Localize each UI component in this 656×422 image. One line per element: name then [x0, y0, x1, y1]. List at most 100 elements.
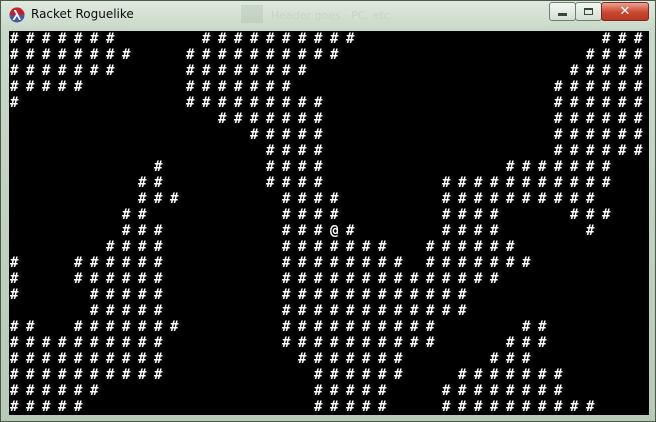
wall-tile: #	[346, 31, 355, 47]
wall-tile: #	[74, 319, 83, 335]
wall-tile: #	[138, 271, 147, 287]
wall-tile: #	[122, 287, 131, 303]
wall-tile: #	[218, 111, 227, 127]
wall-tile: #	[74, 47, 83, 63]
game-viewport[interactable]: # # # # # # # # # # # # # # # # # # # # # # # # # # # # # # # # # # # # # # # #…	[9, 31, 649, 415]
wall-tile: #	[138, 191, 147, 207]
wall-tile: #	[154, 191, 163, 207]
wall-tile: #	[314, 255, 323, 271]
wall-tile: #	[618, 63, 627, 79]
wall-tile: #	[586, 63, 595, 79]
wall-tile: #	[570, 95, 579, 111]
wall-tile: #	[90, 335, 99, 351]
wall-tile: #	[538, 191, 547, 207]
wall-tile: #	[426, 271, 435, 287]
wall-tile: #	[314, 191, 323, 207]
wall-tile: #	[282, 63, 291, 79]
wall-tile: #	[58, 383, 67, 399]
wall-tile: #	[314, 367, 323, 383]
wall-tile: #	[458, 367, 467, 383]
wall-tile: #	[490, 399, 499, 415]
wall-tile: #	[330, 383, 339, 399]
wall-tile: #	[58, 63, 67, 79]
wall-tile: #	[346, 319, 355, 335]
wall-tile: #	[362, 383, 371, 399]
wall-tile: #	[10, 319, 19, 335]
wall-tile: #	[10, 63, 19, 79]
wall-tile: #	[10, 47, 19, 63]
wall-tile: #	[538, 399, 547, 415]
wall-tile: #	[570, 143, 579, 159]
wall-tile: #	[154, 175, 163, 191]
wall-tile: #	[346, 367, 355, 383]
wall-tile: #	[330, 335, 339, 351]
wall-tile: #	[618, 31, 627, 47]
title-bar[interactable]: Racket Roguelike Header goes · PC, etc. …	[1, 1, 655, 29]
wall-tile: #	[90, 319, 99, 335]
wall-tile: #	[282, 271, 291, 287]
wall-tile: #	[570, 191, 579, 207]
wall-tile: #	[122, 47, 131, 63]
wall-tile: #	[394, 335, 403, 351]
wall-tile: #	[74, 79, 83, 95]
wall-tile: #	[266, 127, 275, 143]
wall-tile: #	[602, 159, 611, 175]
wall-tile: #	[490, 271, 499, 287]
wall-tile: #	[442, 303, 451, 319]
wall-tile: #	[106, 31, 115, 47]
minimize-button[interactable]	[549, 2, 576, 21]
wall-tile: #	[154, 239, 163, 255]
wall-tile: #	[586, 399, 595, 415]
wall-tile: #	[42, 63, 51, 79]
wall-tile: #	[90, 47, 99, 63]
wall-tile: #	[410, 287, 419, 303]
wall-tile: #	[474, 223, 483, 239]
wall-tile: #	[410, 271, 419, 287]
wall-tile: #	[346, 399, 355, 415]
wall-tile: #	[10, 79, 19, 95]
wall-tile: #	[394, 367, 403, 383]
wall-tile: #	[42, 367, 51, 383]
wall-tile: #	[122, 303, 131, 319]
wall-tile: #	[346, 287, 355, 303]
wall-tile: #	[538, 367, 547, 383]
wall-tile: #	[138, 223, 147, 239]
wall-tile: #	[506, 351, 515, 367]
wall-tile: #	[282, 319, 291, 335]
wall-tile: #	[314, 399, 323, 415]
wall-tile: #	[314, 159, 323, 175]
wall-tile: #	[522, 367, 531, 383]
wall-tile: #	[154, 319, 163, 335]
wall-tile: #	[10, 31, 19, 47]
wall-tile: #	[122, 239, 131, 255]
wall-tile: #	[74, 367, 83, 383]
wall-tile: #	[282, 335, 291, 351]
wall-tile: #	[154, 287, 163, 303]
wall-tile: #	[586, 79, 595, 95]
maximize-button[interactable]	[575, 2, 602, 21]
wall-tile: #	[314, 319, 323, 335]
wall-tile: #	[474, 383, 483, 399]
wall-tile: #	[90, 31, 99, 47]
wall-tile: #	[490, 223, 499, 239]
background-ghost-text: Header goes · PC, etc.	[271, 9, 394, 22]
wall-tile: #	[634, 127, 643, 143]
wall-tile: #	[250, 31, 259, 47]
wall-tile: #	[490, 175, 499, 191]
wall-tile: #	[394, 287, 403, 303]
wall-tile: #	[58, 31, 67, 47]
wall-tile: #	[602, 79, 611, 95]
wall-tile: #	[26, 351, 35, 367]
wall-tile: #	[10, 399, 19, 415]
wall-tile: #	[634, 31, 643, 47]
wall-tile: #	[58, 351, 67, 367]
wall-tile: #	[122, 255, 131, 271]
wall-tile: #	[442, 191, 451, 207]
close-button[interactable]: ✕	[601, 2, 649, 21]
wall-tile: #	[298, 111, 307, 127]
wall-tile: #	[538, 319, 547, 335]
wall-tile: #	[346, 303, 355, 319]
wall-tile: #	[554, 143, 563, 159]
racket-lambda-icon	[9, 7, 25, 23]
wall-tile: #	[522, 319, 531, 335]
